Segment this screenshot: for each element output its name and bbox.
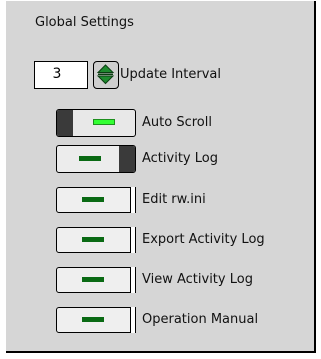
update-interval-spinner[interactable] xyxy=(93,61,119,89)
up-down-arrows-icon xyxy=(96,64,115,85)
button-edge xyxy=(130,306,136,333)
edit-ini-label: Edit rw.ini xyxy=(142,192,206,207)
activity-log-toggle[interactable] xyxy=(56,145,136,173)
button-edge xyxy=(130,266,136,293)
button-edge xyxy=(130,186,136,213)
activity-log-label: Activity Log xyxy=(142,151,218,166)
export-activity-log-button[interactable] xyxy=(56,226,136,253)
toggle-knob xyxy=(119,146,135,172)
operation-manual-label: Operation Manual xyxy=(142,312,259,327)
operation-manual-button[interactable] xyxy=(56,306,136,333)
led-on-indicator xyxy=(93,119,115,125)
button-edge xyxy=(130,226,136,253)
export-activity-log-label: Export Activity Log xyxy=(142,232,265,247)
panel-title: Global Settings xyxy=(35,15,134,30)
led-indicator xyxy=(82,277,104,282)
auto-scroll-label: Auto Scroll xyxy=(142,115,212,130)
view-activity-log-label: View Activity Log xyxy=(142,272,253,287)
led-indicator xyxy=(82,197,104,202)
toggle-knob xyxy=(57,110,73,136)
led-indicator xyxy=(82,237,104,242)
update-interval-label: Update Interval xyxy=(120,67,221,82)
led-indicator xyxy=(82,317,104,322)
edit-ini-button[interactable] xyxy=(56,186,136,213)
view-activity-log-button[interactable] xyxy=(56,266,136,293)
update-interval-input[interactable]: 3 xyxy=(34,61,88,89)
led-off-indicator xyxy=(79,156,101,161)
global-settings-panel: Global Settings 3 Update Interval Auto S… xyxy=(6,1,316,353)
auto-scroll-toggle[interactable] xyxy=(56,109,136,137)
